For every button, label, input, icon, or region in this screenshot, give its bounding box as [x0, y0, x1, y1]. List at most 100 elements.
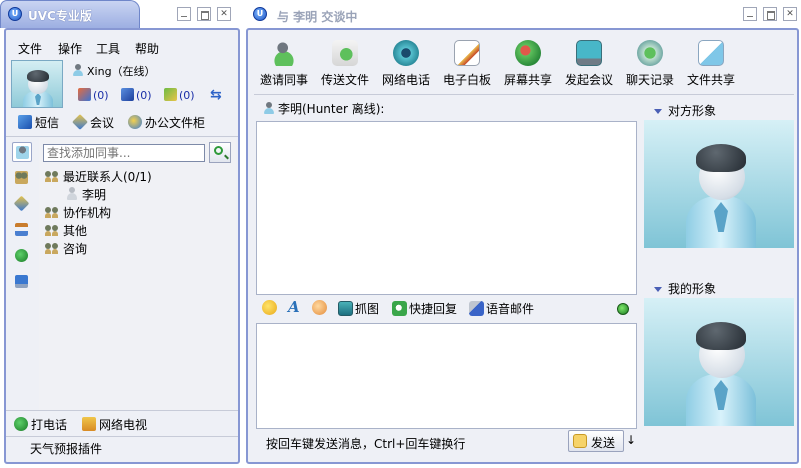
meeting-button[interactable]: 会议: [72, 114, 114, 131]
search-input[interactable]: [43, 144, 205, 162]
make-call-button[interactable]: 打电话: [14, 416, 67, 433]
emoji-button[interactable]: [262, 300, 279, 315]
tab-phone[interactable]: [12, 246, 32, 266]
message-history[interactable]: [256, 121, 637, 295]
microphone-icon: [469, 301, 484, 316]
quick-reply-button[interactable]: 快捷回复: [392, 300, 457, 317]
sms-button[interactable]: 短信: [18, 114, 59, 131]
close-button[interactable]: ✕: [217, 7, 231, 21]
group-icon: [45, 242, 60, 254]
start-meeting-button[interactable]: 发起会议: [559, 36, 619, 92]
chat-titlebar[interactable]: U 与 李明 交谈中 ✕: [245, 0, 801, 28]
app-logo-icon: U: [253, 7, 267, 21]
missed-calls[interactable]: (0): [78, 88, 109, 102]
meeting-diamond-icon: [13, 195, 30, 212]
send-options-arrow-icon[interactable]: ↓: [626, 433, 638, 449]
notes-count[interactable]: (0): [164, 88, 195, 102]
peer-avatar-image: [644, 120, 794, 248]
user-name: Xing（在线）: [87, 65, 156, 78]
monitor-icon: [576, 40, 602, 66]
screen-share-icon: [515, 40, 541, 66]
group-other[interactable]: 其他: [45, 222, 87, 239]
group-recent-contacts[interactable]: 最近联系人(0/1): [45, 168, 152, 185]
file-share-button[interactable]: 文件共享: [681, 36, 741, 92]
menu-help[interactable]: 帮助: [135, 40, 159, 57]
user-status[interactable]: Xing（在线）: [72, 63, 156, 79]
tab-screen[interactable]: [12, 272, 32, 292]
contact-liming[interactable]: 李明: [66, 186, 106, 203]
chat-toolbar: 邀请同事 传送文件 网络电话 电子白板 屏幕共享 发起会议 聊天记录 文件共享: [254, 36, 744, 92]
history-icon: [637, 40, 663, 66]
minimize-button[interactable]: [743, 7, 757, 21]
main-panel: 文件 操作 工具 帮助 Xing（在线） (0) (0) (0) ⇆ 短信 会议…: [4, 28, 240, 464]
close-button[interactable]: ✕: [783, 7, 797, 21]
search-button[interactable]: [209, 142, 231, 163]
main-titlebar[interactable]: U UVC专业版 ✕: [0, 0, 241, 28]
side-tab-bar: [6, 138, 36, 408]
switch-arrows-icon[interactable]: ⇆: [210, 87, 222, 103]
search-icon: [214, 146, 223, 155]
capture-icon: [338, 301, 353, 316]
group-organization[interactable]: 协作机构: [45, 204, 111, 221]
plugin-bar: 天气预报插件: [6, 436, 238, 456]
group-consult[interactable]: 咨询: [45, 240, 87, 257]
counts-row: (0) (0) (0) ⇆: [72, 87, 232, 104]
my-avatar-image: [644, 298, 794, 426]
collapse-triangle-icon: [654, 287, 662, 292]
send-file-icon: [332, 40, 358, 66]
invite-colleague-button[interactable]: 邀请同事: [254, 36, 314, 92]
send-icon: [573, 434, 587, 448]
group-icon: [15, 171, 28, 184]
divider: [6, 410, 238, 411]
divider: [6, 136, 238, 137]
peer-status: 李明(Hunter 离线):: [263, 100, 384, 117]
figure-hair: [696, 144, 746, 172]
sticker-button[interactable]: [312, 300, 329, 315]
send-button[interactable]: 发送: [568, 430, 624, 452]
font-button[interactable]: A: [288, 298, 300, 316]
network-tv-button[interactable]: 网络电视: [82, 416, 147, 433]
phone-message-icon: [78, 88, 91, 101]
screen-share-button[interactable]: 屏幕共享: [498, 36, 558, 92]
bottom-actions: 打电话 网络电视: [14, 416, 234, 434]
tab-organization[interactable]: [12, 220, 32, 240]
tab-groups[interactable]: [12, 168, 32, 188]
menu-file[interactable]: 文件: [18, 40, 42, 57]
peer-person-icon: [263, 102, 275, 115]
phone-icon: [14, 417, 28, 431]
meeting-icon: [72, 114, 88, 130]
sticker-icon: [312, 300, 327, 315]
tab-contacts[interactable]: [12, 142, 32, 162]
group-icon: [45, 170, 60, 182]
user-avatar[interactable]: [11, 60, 63, 108]
whiteboard-button[interactable]: 电子白板: [437, 36, 497, 92]
send-hint: 按回车键发送消息，Ctrl+回车键换行: [266, 437, 466, 451]
network-phone-button[interactable]: 网络电话: [376, 36, 436, 92]
smiley-icon: [262, 300, 277, 315]
voice-mail-button[interactable]: 语音邮件: [469, 300, 534, 317]
file-share-icon: [698, 40, 724, 66]
my-avatar-header[interactable]: 我的形象: [644, 280, 716, 297]
sms-icon: [18, 115, 32, 129]
peer-avatar-section: 对方形象: [644, 98, 794, 248]
org-chart-icon: [15, 223, 28, 236]
tab-meetings[interactable]: [12, 194, 32, 214]
message-input[interactable]: [256, 323, 637, 429]
peer-avatar-header[interactable]: 对方形象: [644, 102, 716, 119]
maximize-button[interactable]: [763, 7, 777, 21]
send-file-button[interactable]: 传送文件: [315, 36, 375, 92]
chat-history-button[interactable]: 聊天记录: [620, 36, 680, 92]
menu-tools[interactable]: 工具: [96, 40, 120, 57]
main-window: U UVC专业版 ✕ 文件 操作 工具 帮助 Xing（在线） (0) (0) …: [0, 0, 241, 468]
whiteboard-icon: [454, 40, 480, 66]
minimize-button[interactable]: [177, 7, 191, 21]
unread-messages[interactable]: (0): [121, 88, 152, 102]
chat-window: U 与 李明 交谈中 ✕ 邀请同事 传送文件 网络电话 电子白板 屏幕共享 发起…: [245, 0, 801, 468]
group-icon: [45, 206, 60, 218]
weather-plugin[interactable]: 天气预报插件: [30, 440, 102, 457]
maximize-button[interactable]: [197, 7, 211, 21]
menu-operate[interactable]: 操作: [58, 40, 82, 57]
office-cabinet-button[interactable]: 办公文件柜: [128, 114, 205, 131]
quick-reply-icon: [392, 301, 407, 316]
screenshot-button[interactable]: 抓图: [338, 300, 379, 317]
